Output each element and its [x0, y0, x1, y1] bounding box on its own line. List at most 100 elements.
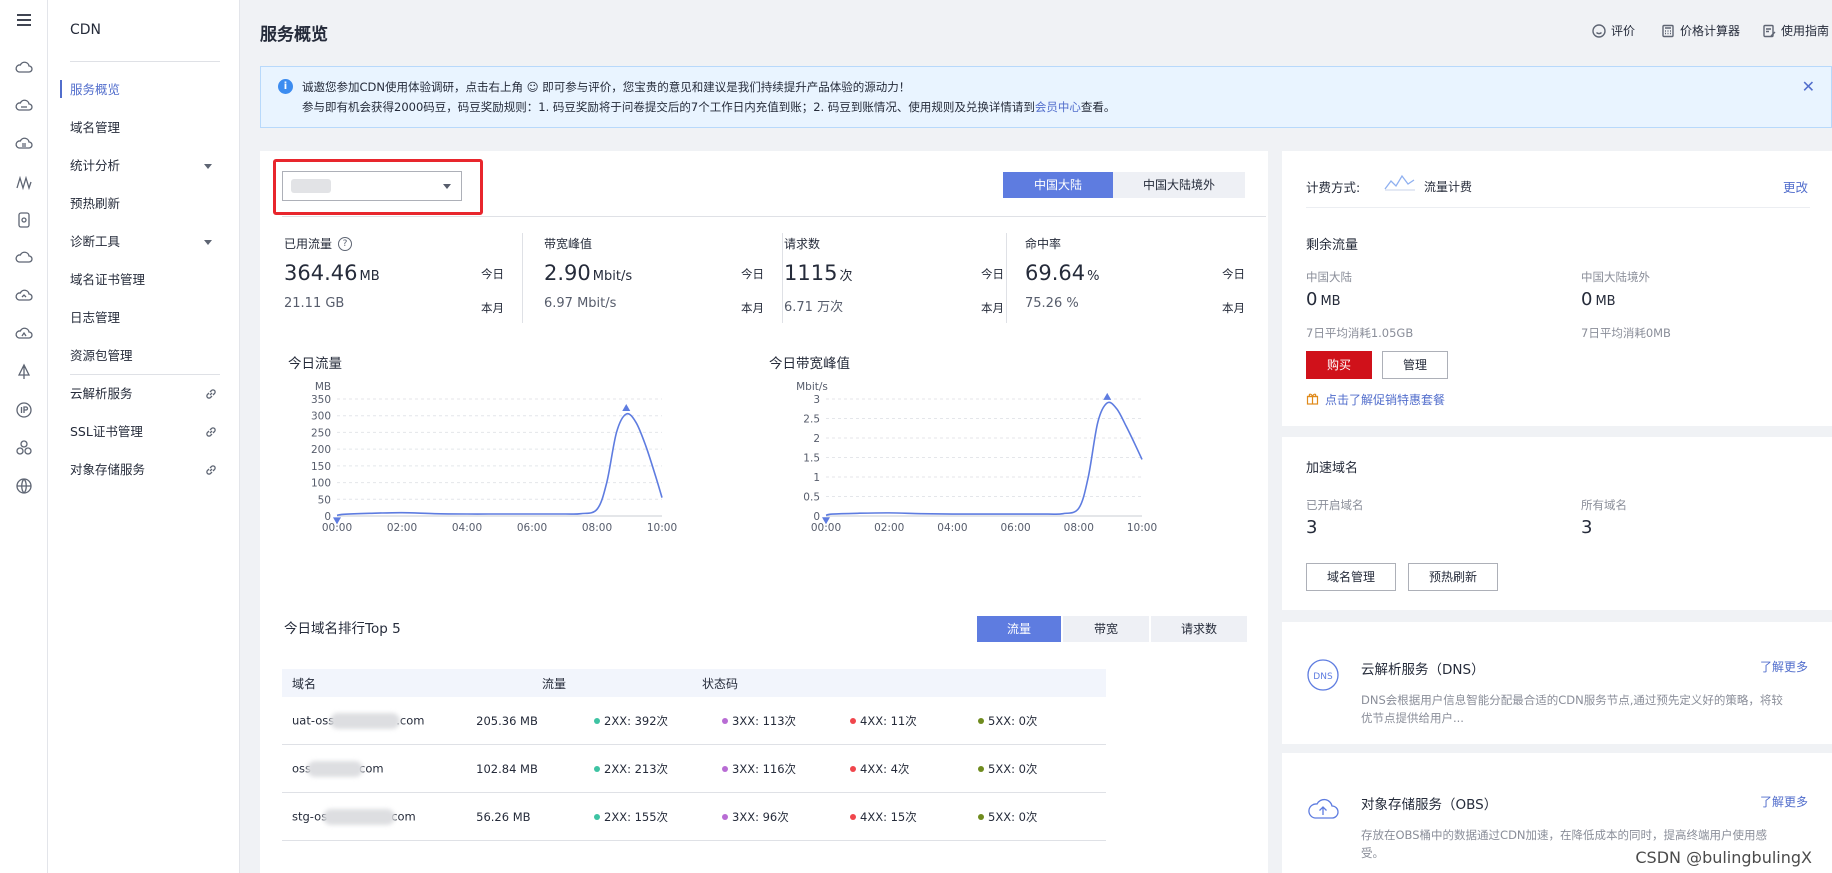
x-tick-label: 02:00	[387, 522, 417, 534]
help-icon[interactable]: ?	[338, 236, 353, 251]
promo-link[interactable]: 点击了解促销特惠套餐	[1325, 391, 1445, 408]
status-5xx-text: 5XX: 0次	[988, 809, 1038, 824]
overseas-label: 中国大陆境外	[1581, 270, 1650, 284]
nav-item-label: 资源包管理	[70, 348, 133, 363]
domain-prefix: uat-oss	[292, 713, 335, 727]
tab-traffic[interactable]: 流量	[977, 616, 1061, 642]
cdn-icon[interactable]	[14, 172, 34, 192]
buy-button[interactable]: 购买	[1306, 351, 1372, 379]
obs-description: 受。	[1361, 846, 1384, 860]
top5-title: 今日域名排行Top 5	[284, 621, 401, 637]
globe-icon[interactable]	[14, 476, 34, 496]
y-tick-label: 1	[813, 472, 820, 484]
nav-item-certificates[interactable]: 域名证书管理	[70, 269, 230, 291]
x-tick-label: 08:00	[1064, 522, 1094, 534]
obs-title: 对象存储服务（OBS）	[1361, 797, 1498, 813]
month-value: 6.71 万次	[784, 300, 844, 315]
billing-card: 计费方式: 流量计费 更改 剩余流量 中国大陆 0 MB 7日平均消耗1.05GB…	[1282, 151, 1832, 426]
nav-item-overview[interactable]: 服务概览	[70, 79, 230, 101]
member-center-link[interactable]: 会员中心	[1035, 100, 1081, 114]
feedback-link[interactable]: 评价	[1592, 22, 1635, 39]
nav-item-label: 对象存储服务	[70, 462, 146, 477]
cloud-sync-icon[interactable]	[14, 286, 34, 306]
nav-item-domain-management[interactable]: 域名管理	[70, 117, 230, 139]
nav-item-logs[interactable]: 日志管理	[70, 307, 230, 329]
tab-bandwidth[interactable]: 带宽	[1063, 616, 1149, 642]
x-tick-label: 08:00	[582, 522, 612, 534]
divider	[282, 216, 1266, 217]
metric-title: 请求数	[784, 235, 820, 252]
metric-unit: 次	[839, 269, 853, 284]
status-4xx: 4XX: 15次	[850, 809, 978, 825]
tab-overseas[interactable]: 中国大陆境外	[1113, 172, 1245, 198]
watermark: CSDN @bulingbulingX	[1635, 848, 1812, 867]
dns-card: DNS 云解析服务（DNS） 了解更多 DNS会根据用户信息智能分配最合适的CD…	[1282, 622, 1832, 744]
svg-text:DNS: DNS	[1313, 672, 1333, 682]
dns-learn-more-link[interactable]: 了解更多	[1760, 658, 1808, 675]
top5-table: 域名 流量 状态码 uat-oss .com 205.36 MB 2XX: 392…	[282, 669, 1106, 841]
cluster-icon[interactable]	[14, 438, 34, 458]
domains-title: 加速域名	[1306, 461, 1359, 476]
dns-description: 优节点提供给用户...	[1361, 711, 1464, 725]
status-dot	[850, 717, 856, 724]
survey-notice: i 诚邀您参加CDN使用体验调研，点击右上角 ☺ 即可参与评价，您宝贵的意见和建…	[260, 66, 1832, 128]
tab-requests[interactable]: 请求数	[1151, 616, 1247, 642]
obs-description: 存放在OBS桶中的数据通过CDN加速，在降低成本的同时，提高终端用户使用感	[1361, 828, 1768, 842]
y-axis-unit: Mbit/s	[796, 381, 828, 393]
traffic-line-chart: MB05010015020025030035000:00 02:00 04:00 06…	[311, 381, 677, 534]
feedback-label: 评价	[1611, 24, 1636, 38]
overseas-unit: MB	[1595, 294, 1616, 309]
tower-icon[interactable]	[14, 362, 34, 382]
domain-management-button[interactable]: 域名管理	[1306, 563, 1396, 591]
cloud-monitor-icon[interactable]	[14, 324, 34, 344]
top5-tabs: 流量 带宽 请求数	[977, 616, 1247, 642]
cloud-icon[interactable]	[14, 248, 34, 268]
today-label: 今日	[1222, 267, 1245, 281]
nav-item-preheat-refresh[interactable]: 预热刷新	[70, 193, 230, 215]
user-guide-link[interactable]: 使用指南	[1762, 22, 1829, 39]
close-icon[interactable]: ✕	[1802, 77, 1815, 96]
chevron-down-icon	[204, 164, 212, 169]
cloud-server-icon[interactable]	[14, 58, 34, 78]
overview-card: 中国大陆 中国大陆境外 已用流量? 364.46 MB 今日 21.11 GB 本…	[260, 151, 1268, 873]
dns-icon: DNS	[1307, 659, 1339, 691]
gift-icon	[1306, 393, 1319, 405]
manage-button[interactable]: 管理	[1382, 351, 1448, 379]
series-line	[825, 401, 1143, 517]
cloud-storage-icon[interactable]	[14, 134, 34, 154]
nav-item-label: 域名证书管理	[70, 272, 146, 287]
nav-item-diagnostics[interactable]: 诊断工具	[70, 231, 230, 253]
mainland-unit: MB	[1320, 294, 1341, 309]
nav-item-ssl[interactable]: SSL证书管理	[70, 421, 230, 443]
status-4xx-text: 4XX: 4次	[860, 761, 910, 776]
nav-divider	[70, 61, 220, 62]
menu-icon[interactable]	[14, 10, 34, 30]
divider	[1306, 207, 1810, 208]
nav-item-label: 服务概览	[70, 82, 121, 97]
today-label: 今日	[481, 267, 504, 281]
price-calculator-link[interactable]: 价格计算器	[1661, 22, 1740, 39]
database-icon[interactable]	[14, 210, 34, 230]
dns-description: DNS会根据用户信息智能分配最合适的CDN服务节点,通过预先定义好的策略，将较	[1361, 693, 1783, 707]
metric-bandwidth: 带宽峰值 2.90 Mbit/s 今日 6.97 Mbit/s 本月	[544, 235, 764, 330]
metric-title: 命中率	[1025, 235, 1061, 252]
x-tick-label: 10:00	[1127, 522, 1157, 534]
nav-item-obs[interactable]: 对象存储服务	[70, 459, 230, 481]
bandwidth-line-chart: Mbit/s00.511.522.5300:00 02:00 04:00 06:00 0…	[796, 381, 1157, 534]
status-dot	[850, 813, 856, 820]
guide-icon	[1763, 24, 1776, 37]
preheat-refresh-button[interactable]: 预热刷新	[1408, 563, 1498, 591]
mainland-label: 中国大陆	[1306, 270, 1352, 284]
nav-item-dns[interactable]: 云解析服务	[70, 383, 230, 405]
domains-card: 加速域名 已开启域名 3 所有域名 3 域名管理 预热刷新	[1282, 437, 1832, 610]
tab-mainland[interactable]: 中国大陆	[1003, 172, 1113, 198]
mainland-value: 0 MB	[1306, 289, 1341, 310]
nav-item-statistics[interactable]: 统计分析	[70, 155, 230, 177]
obs-learn-more-link[interactable]: 了解更多	[1760, 793, 1808, 810]
ip-icon[interactable]	[14, 400, 34, 420]
status-5xx-text: 5XX: 0次	[988, 713, 1038, 728]
nav-item-packages[interactable]: 资源包管理	[70, 345, 230, 367]
cloud-network-icon[interactable]	[14, 96, 34, 116]
x-tick-label: 04:00	[937, 522, 967, 534]
change-billing-link[interactable]: 更改	[1783, 177, 1808, 196]
